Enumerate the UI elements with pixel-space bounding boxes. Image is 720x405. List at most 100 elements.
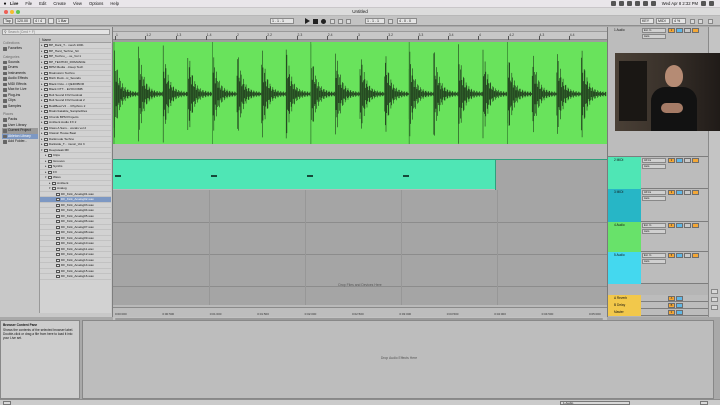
track-activator-button[interactable]: A	[668, 296, 675, 301]
sidebar-item[interactable]: Favorites	[2, 46, 38, 52]
status-icon[interactable]	[626, 1, 632, 6]
close-window-icon[interactable]	[4, 10, 8, 14]
midi-note[interactable]	[115, 175, 121, 177]
menu-create[interactable]: Create	[53, 1, 66, 6]
key-map-button[interactable]: KEY	[640, 18, 654, 24]
midi-note[interactable]	[211, 175, 217, 177]
track-name[interactable]: 4 Audio	[608, 222, 641, 228]
arm-button[interactable]	[684, 158, 691, 163]
wifi-icon[interactable]	[634, 1, 640, 6]
track-activator-button[interactable]: 1	[668, 28, 675, 33]
list-item[interactable]: DF_Kick_Analog16.wav	[40, 274, 111, 280]
track-activator-button[interactable]: 4	[668, 223, 675, 228]
tap-tempo-button[interactable]: Tap	[3, 18, 13, 24]
menu-clock[interactable]: Wed Apr 8 2:32 PM	[662, 1, 698, 6]
audio-clip[interactable]	[113, 42, 607, 144]
solo-button[interactable]	[676, 158, 683, 163]
browser-search-input[interactable]: ⚲ Search (Cmd + F)	[2, 29, 110, 35]
menu-help[interactable]: Help	[110, 1, 119, 6]
browser-toggle-button[interactable]	[3, 401, 11, 405]
return-track-header[interactable]: A Reverb A	[608, 295, 709, 302]
loop-switch-button[interactable]	[388, 19, 393, 24]
return-track-header[interactable]: Master 0	[608, 309, 709, 316]
track-header[interactable]: 5 Audio Ext. In Auto 5	[608, 252, 709, 284]
solo-button[interactable]	[676, 223, 683, 228]
monitor-menu[interactable]: Auto	[642, 34, 666, 39]
menu-file[interactable]: File	[25, 1, 32, 6]
status-icon[interactable]	[618, 1, 624, 6]
track-activator-button[interactable]: 3	[668, 190, 675, 195]
volume-field[interactable]	[692, 28, 699, 33]
automation-arm-button[interactable]	[338, 19, 343, 24]
apple-menu-icon[interactable]: ●	[0, 1, 10, 7]
device-view[interactable]: Drop Audio Effects Here	[82, 320, 714, 399]
monitor-menu[interactable]: Auto	[642, 229, 666, 234]
loop-length-field[interactable]: 4 . 0 . 0	[397, 18, 417, 24]
status-icon[interactable]	[610, 1, 616, 6]
tempo-field[interactable]: 120.00	[15, 18, 31, 24]
minimize-window-icon[interactable]	[10, 10, 14, 14]
overdub-button[interactable]	[330, 19, 335, 24]
midi-clip[interactable]	[113, 159, 607, 190]
battery-icon[interactable]	[650, 1, 656, 6]
volume-field[interactable]	[692, 223, 699, 228]
detail-toggle-button[interactable]	[700, 401, 708, 405]
track-name[interactable]: 5 Audio	[608, 252, 641, 258]
arrangement-position-field[interactable]: 1 . 1 . 1	[270, 18, 294, 24]
track-activator-button[interactable]: 5	[668, 253, 675, 258]
monitor-menu[interactable]: Auto	[642, 196, 666, 201]
record-button[interactable]	[321, 19, 326, 24]
sidebar-item[interactable]: Add Folder...	[2, 139, 38, 145]
view-toggle-button[interactable]	[711, 289, 718, 294]
search-icon[interactable]	[701, 1, 706, 6]
track-name[interactable]: 2 MIDI	[608, 157, 641, 163]
track-name[interactable]: B Delay	[608, 302, 641, 309]
track-name[interactable]: Master	[608, 309, 641, 316]
menu-options[interactable]: Options	[89, 1, 103, 6]
track-name[interactable]: 1 Audio	[608, 27, 641, 33]
beat-time-ruler[interactable]: 1 1.2 1.3 1.4 2 2.2 2.3 2.4 3 3.2 3.3 3.4 4 4.2 4.3 4.4	[113, 32, 607, 40]
monitor-menu[interactable]: Auto	[642, 259, 666, 264]
volume-field[interactable]	[692, 253, 699, 258]
arm-button[interactable]	[684, 28, 691, 33]
view-toggle-button[interactable]	[711, 297, 718, 302]
return-track-header[interactable]: B Delay B	[608, 302, 709, 309]
input-type-menu[interactable]: Ext. In	[642, 253, 666, 258]
view-toggle-button[interactable]	[711, 305, 718, 310]
loop-start-field[interactable]: 1 . 1 . 1	[365, 18, 385, 24]
track-activator-button[interactable]: 2	[668, 158, 675, 163]
signature-field[interactable]: 4 / 4	[33, 18, 46, 24]
list-icon[interactable]	[709, 1, 714, 6]
input-type-menu[interactable]: All Ins	[642, 190, 666, 195]
solo-button[interactable]	[676, 296, 683, 301]
volume-field[interactable]	[692, 190, 699, 195]
arm-button[interactable]	[684, 190, 691, 195]
monitor-menu[interactable]: Auto	[642, 164, 666, 169]
stop-button[interactable]	[313, 19, 318, 24]
session-record-button[interactable]	[346, 19, 351, 24]
input-type-menu[interactable]: Ext. In	[642, 223, 666, 228]
menu-edit[interactable]: Edit	[39, 1, 46, 6]
midi-note[interactable]	[403, 175, 409, 177]
midi-note[interactable]	[307, 175, 313, 177]
track-header[interactable]: 4 Audio Ext. In Auto 4	[608, 222, 709, 252]
empty-track-lanes[interactable]	[113, 190, 607, 305]
menu-view[interactable]: View	[73, 1, 82, 6]
input-type-menu[interactable]: All Ins	[642, 158, 666, 163]
midi-map-button[interactable]: MIDI	[656, 18, 670, 24]
track-name[interactable]: A Reverb	[608, 295, 641, 302]
time-ruler[interactable]: 0:00:000 0:00:500 0:01:000 0:01:500 0:02:000…	[113, 307, 607, 317]
solo-button[interactable]	[676, 310, 683, 315]
sidebar-item[interactable]: Samples	[2, 104, 38, 110]
track-name[interactable]: 3 MIDI	[608, 189, 641, 195]
solo-button[interactable]	[676, 190, 683, 195]
menu-live[interactable]: Live	[10, 1, 18, 6]
solo-button[interactable]	[676, 303, 683, 308]
play-button[interactable]	[305, 18, 310, 24]
input-type-menu[interactable]: Ext. In	[642, 28, 666, 33]
solo-button[interactable]	[676, 28, 683, 33]
solo-button[interactable]	[676, 253, 683, 258]
volume-field[interactable]	[692, 158, 699, 163]
zoom-window-icon[interactable]	[16, 10, 20, 14]
arm-button[interactable]	[684, 253, 691, 258]
